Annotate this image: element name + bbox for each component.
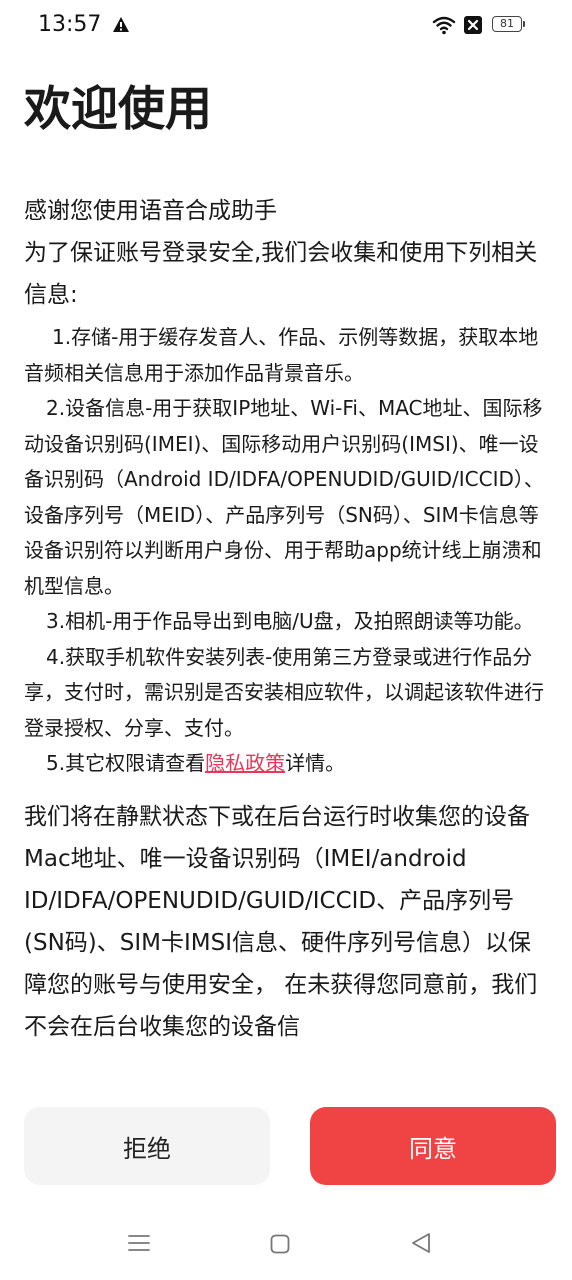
permission-item-app-list: 4.获取手机软件安装列表-使用第三方登录或进行作品分享，支付时，需识别是否安装相… [24, 644, 544, 740]
consent-content[interactable]: 欢迎使用 感谢您使用语音合成助手 为了保证账号登录安全,我们会收集和使用下列相关… [24, 70, 548, 1095]
permission-item-other: 5.其它权限请查看隐私政策详情。 [24, 746, 548, 782]
navigation-bar [0, 1220, 572, 1270]
permission-item-storage: 1.存储-用于缓存发音人、作品、示例等数据，获取本地音频相关信息用于添加作品背景… [24, 325, 539, 385]
menu-icon[interactable] [128, 1232, 150, 1254]
alert-icon [113, 17, 129, 32]
permission-item-camera: 3.相机-用于作品导出到电脑/U盘，及拍照朗读等功能。 [46, 609, 534, 633]
status-bar: 13:57 81 [0, 0, 572, 52]
permission-list: 1.存储-用于缓存发音人、作品、示例等数据，获取本地音频相关信息用于添加作品背景… [24, 320, 548, 782]
privacy-consent-screen: 13:57 81 欢迎使用 感谢您使用语音合成助手 为了保证账号登录安全,我们会… [0, 0, 572, 1280]
reject-button[interactable]: 拒绝 [24, 1107, 270, 1185]
back-icon[interactable] [410, 1232, 432, 1254]
agree-button[interactable]: 同意 [310, 1107, 556, 1185]
intro-line: 为了保证账号登录安全,我们会收集和使用下列相关信息: [24, 240, 538, 308]
home-icon[interactable] [270, 1234, 290, 1254]
status-time: 13:57 [38, 12, 102, 37]
intro-text: 感谢您使用语音合成助手 为了保证账号登录安全,我们会收集和使用下列相关信息: [24, 190, 548, 316]
permission-other-suffix: 详情。 [285, 751, 346, 775]
permission-item-device-info: 2.设备信息-用于获取IP地址、Wi-Fi、MAC地址、国际移动设备识别码(IM… [24, 396, 544, 598]
privacy-policy-link[interactable]: 隐私政策 [205, 751, 285, 775]
intro-line: 感谢您使用语音合成助手 [24, 198, 277, 224]
permission-other-prefix: 5.其它权限请查看 [46, 751, 206, 775]
battery-level: 81 [492, 16, 522, 32]
battery-icon: 81 [492, 16, 525, 34]
x-icon [464, 16, 482, 34]
closing-text: 我们将在静默状态下或在后台运行时收集您的设备Mac地址、唯一设备识别码（IMEI… [24, 803, 538, 1040]
page-title: 欢迎使用 [24, 82, 212, 137]
wifi-icon [432, 16, 456, 35]
